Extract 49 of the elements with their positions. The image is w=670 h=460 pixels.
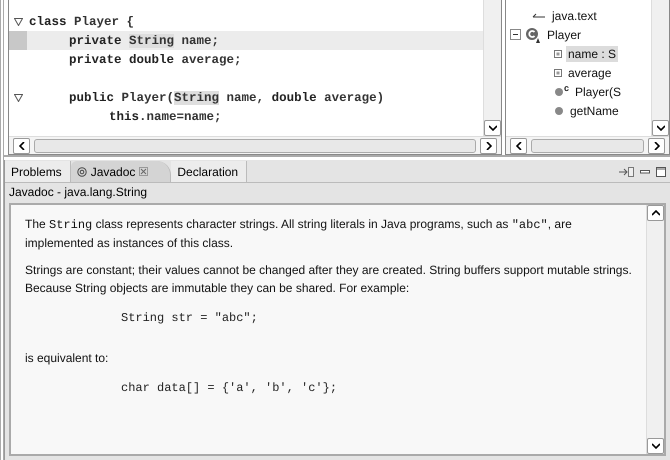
field-icon bbox=[554, 50, 562, 58]
link-icon[interactable] bbox=[618, 166, 634, 178]
code-example: char data[] = {'a', 'b', 'c'}; bbox=[121, 381, 338, 395]
code-line: public Player(String name, double average) bbox=[69, 90, 384, 104]
scroll-down-button[interactable] bbox=[652, 120, 669, 136]
code-example: String str = "abc"; bbox=[121, 311, 259, 325]
at-sign-icon bbox=[76, 166, 87, 176]
scroll-right-button[interactable] bbox=[648, 138, 665, 154]
class-icon bbox=[525, 26, 541, 42]
maximize-icon[interactable] bbox=[656, 166, 666, 176]
doc-paragraph: The String class represents character strings. All string literals in Java programs, such as "abc", are implemented as instances of this class. bbox=[25, 216, 573, 252]
scroll-left-button[interactable] bbox=[13, 138, 30, 154]
outline-item[interactable]: java.text bbox=[550, 8, 599, 24]
code-line: private String name; bbox=[69, 34, 220, 48]
field-icon bbox=[554, 68, 562, 76]
fold-triangle-icon[interactable] bbox=[14, 94, 22, 102]
import-icon bbox=[532, 12, 546, 18]
doc-paragraph: is equivalent to: bbox=[25, 350, 110, 367]
outline-item[interactable]: average bbox=[566, 64, 614, 80]
minimize-icon[interactable] bbox=[640, 170, 650, 174]
outline-item[interactable]: Player bbox=[545, 26, 584, 42]
scroll-up-button[interactable] bbox=[647, 205, 664, 221]
scroll-down-button[interactable] bbox=[647, 438, 664, 454]
vertical-scrollbar[interactable] bbox=[483, 0, 501, 136]
constructor-marker: c bbox=[564, 82, 570, 92]
close-icon[interactable] bbox=[139, 167, 148, 176]
fold-triangle-icon[interactable] bbox=[14, 18, 22, 26]
collapse-toggle-icon[interactable] bbox=[510, 29, 521, 40]
outline-item[interactable]: Player(S bbox=[573, 84, 624, 100]
code-line: this.name=name; bbox=[109, 110, 222, 124]
scroll-down-button[interactable] bbox=[484, 120, 501, 136]
outline-item[interactable]: getName bbox=[568, 102, 621, 118]
scroll-thumb[interactable] bbox=[531, 138, 644, 152]
code-line: class Player { bbox=[29, 14, 134, 28]
scroll-right-button[interactable] bbox=[480, 138, 497, 154]
scroll-left-button[interactable] bbox=[510, 138, 527, 154]
vertical-scrollbar[interactable] bbox=[646, 205, 664, 454]
view-tab[interactable]: Declaration bbox=[171, 161, 248, 182]
view-tab[interactable]: Javadoc bbox=[70, 161, 172, 182]
outline-item[interactable]: name : S bbox=[566, 46, 618, 62]
horizontal-scrollbar[interactable] bbox=[506, 136, 669, 154]
code-line: private double average; bbox=[69, 52, 242, 66]
view-title: Javadoc - java.lang.String bbox=[8, 184, 148, 201]
code-editor[interactable]: class Player { private String name; private double average; public Player(String name, double average) this.name=name; bbox=[8, 0, 502, 155]
doc-paragraph: Strings are constant; their values cannot be changed after they are created. String buffers support mutable strings. Because String objects are immutable they can be shared. For example: bbox=[25, 262, 632, 297]
horizontal-scrollbar[interactable] bbox=[9, 136, 501, 154]
view-tab[interactable]: Problems bbox=[5, 161, 71, 182]
scroll-thumb[interactable] bbox=[34, 138, 476, 152]
vertical-scrollbar[interactable] bbox=[651, 0, 669, 136]
